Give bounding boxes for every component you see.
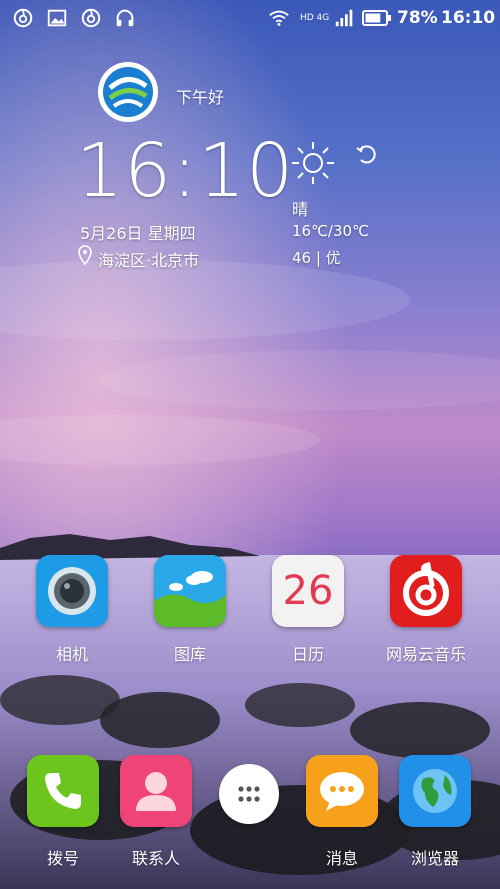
status-bar: HD 4G 78% 16:10	[0, 0, 500, 38]
netease-music-icon	[390, 555, 462, 627]
dock-label: 联系人	[131, 849, 180, 868]
signal-icon	[335, 9, 353, 27]
app-camera[interactable]: 相机	[17, 555, 127, 665]
app-gallery[interactable]: 图库	[135, 555, 245, 665]
headset-icon	[116, 9, 134, 27]
date-text: 5月26日 星期四	[80, 224, 196, 243]
calendar-day: 26	[282, 568, 334, 614]
greeting-text: 下午好	[176, 88, 225, 107]
clock-time[interactable]: 16:10	[76, 128, 294, 214]
app-drawer-icon	[219, 764, 279, 824]
status-time: 16:10	[441, 8, 496, 28]
netease-music-icon	[81, 8, 101, 28]
refresh-icon[interactable]	[354, 142, 378, 166]
app-netease-music[interactable]: 网易云音乐	[371, 555, 481, 665]
app-label: 图库	[173, 645, 206, 664]
air-quality: 46 | 优	[292, 249, 341, 267]
location-text: 海淀区·北京市	[98, 251, 200, 270]
wifi-icon	[269, 10, 289, 26]
sunny-icon[interactable]	[290, 140, 336, 186]
dock-label: 浏览器	[410, 849, 459, 868]
camera-icon	[36, 555, 108, 627]
weather-condition: 晴	[292, 200, 309, 219]
app-label: 相机	[55, 645, 88, 664]
carrier-logo[interactable]	[96, 60, 160, 124]
battery-icon	[362, 10, 391, 26]
battery-percent: 78%	[397, 8, 438, 28]
china-mobile-logo-icon	[98, 62, 158, 122]
location-pin-icon	[78, 245, 92, 266]
phone-icon	[27, 755, 99, 827]
app-label: 网易云音乐	[385, 645, 466, 664]
app-label: 日历	[291, 645, 324, 664]
contacts-icon	[120, 755, 192, 827]
dock-browser[interactable]: 浏览器	[380, 755, 490, 869]
browser-icon	[399, 755, 471, 827]
calendar-icon: 26	[272, 555, 344, 627]
message-icon	[306, 755, 378, 827]
app-calendar[interactable]: 26 日历	[253, 555, 363, 665]
gallery-icon	[154, 555, 226, 627]
gallery-icon	[47, 9, 67, 27]
netease-music-icon	[13, 8, 33, 28]
temperature-range: 16℃/30℃	[292, 222, 369, 240]
network-type: HD 4G	[300, 13, 330, 23]
